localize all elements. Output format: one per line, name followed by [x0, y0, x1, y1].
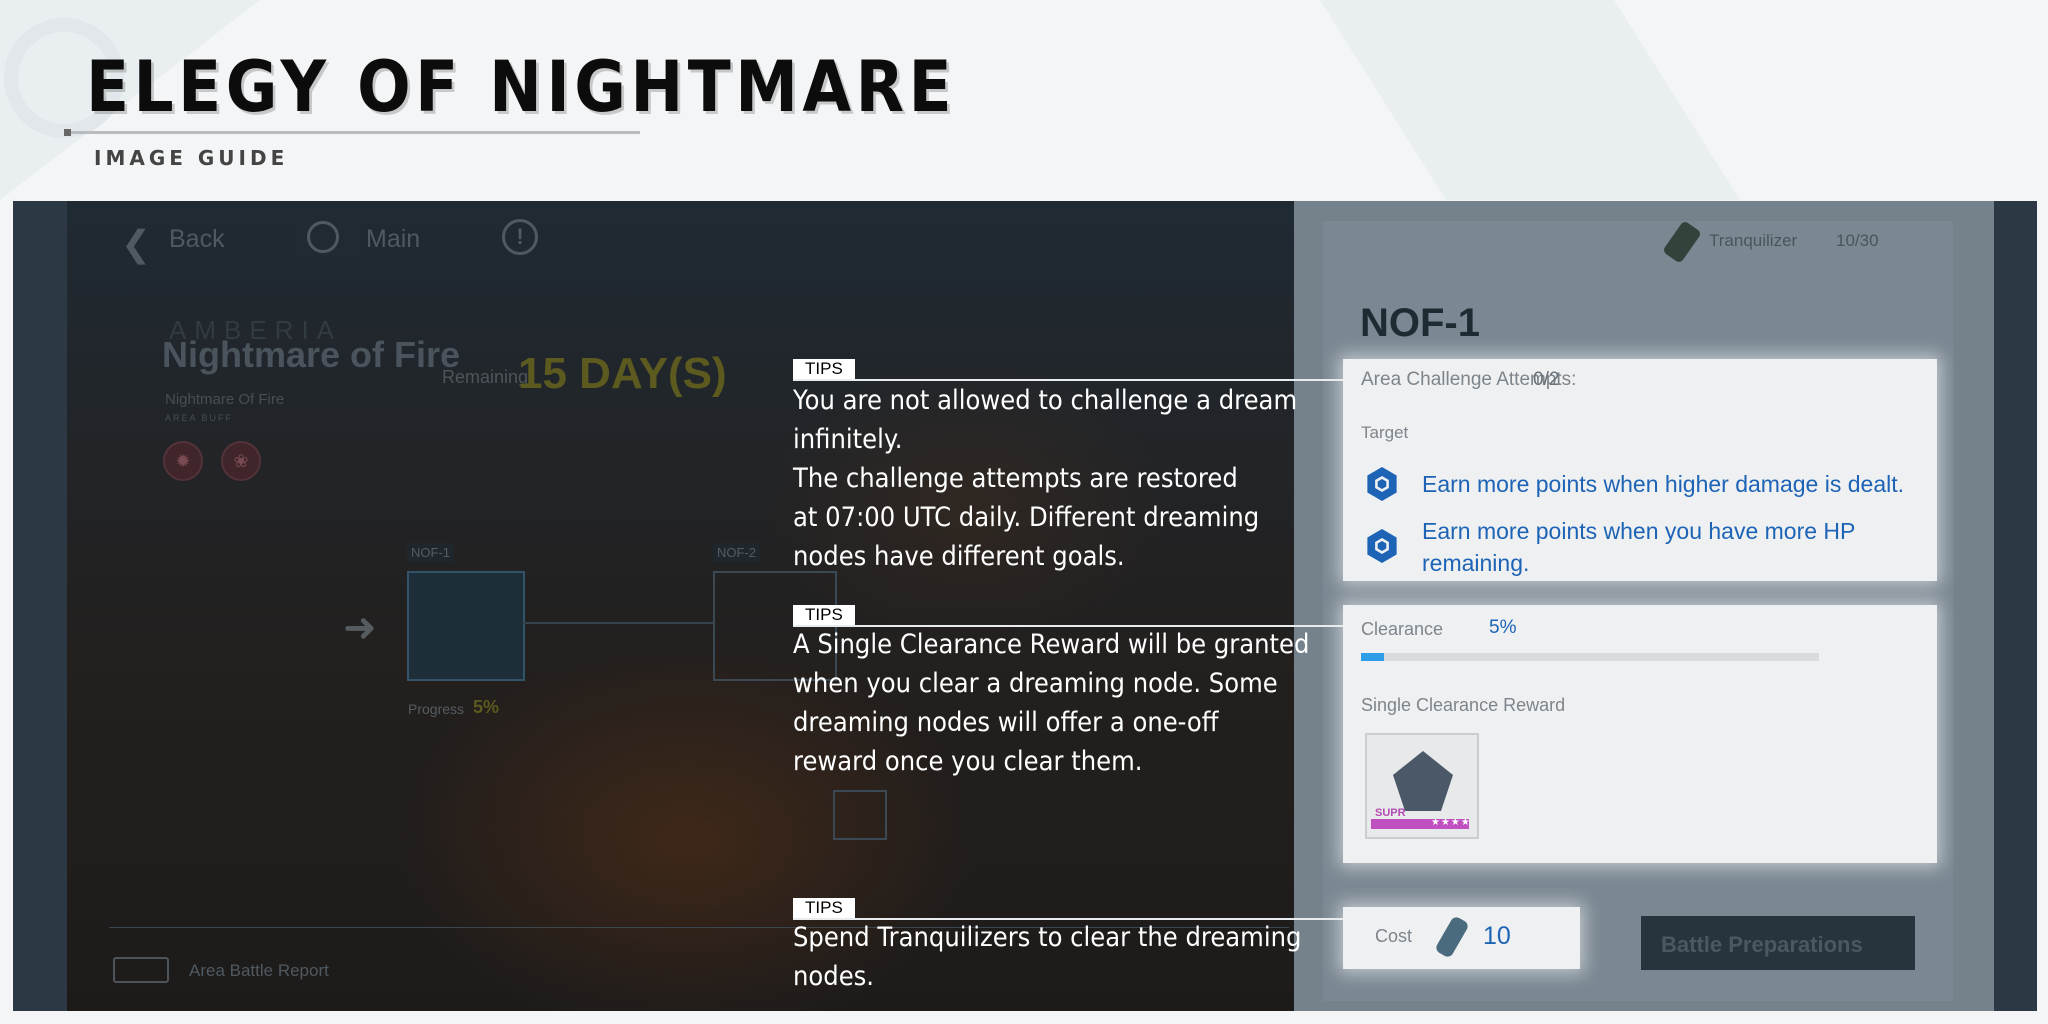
- area-subtitle: Nightmare Of Fire: [165, 391, 285, 408]
- target-hexagon-icon: [1367, 529, 1397, 563]
- tranquilizer-label: Tranquilizer: [1709, 231, 1798, 250]
- stage-title: NOF-1: [1360, 301, 1480, 345]
- header-background-shape: [1320, 0, 1740, 200]
- target-text: Earn more points when you have more HP r…: [1422, 518, 1856, 576]
- reward-item[interactable]: SUPR ★★★★: [1365, 733, 1479, 839]
- tips-tag: TIPS: [793, 605, 855, 625]
- info-icon[interactable]: !: [502, 219, 538, 255]
- cost-value: 10: [1483, 922, 1511, 950]
- clearance-value: 5%: [1489, 617, 1517, 638]
- node-label-nof-1: NOF-1: [407, 543, 454, 562]
- title-divider: [66, 131, 640, 134]
- target-text: Earn more points when higher damage is d…: [1422, 471, 1905, 497]
- tips-tag: TIPS: [793, 898, 855, 918]
- page-subtitle: IMAGE GUIDE: [94, 146, 289, 170]
- tips-text: Spend Tranquilizers to clear the dreamin…: [793, 922, 1302, 992]
- node-connector: [523, 622, 713, 624]
- area-name: Nightmare of Fire: [162, 334, 461, 375]
- tips-text: A Single Clearance Reward will be grante…: [793, 629, 1310, 777]
- game-screenshot: ❮ Back Main ! AMBERIA Nightmare of Fire …: [13, 201, 2037, 1011]
- remaining-label: Remaining: [442, 367, 529, 387]
- target-label: Target: [1361, 423, 1409, 442]
- cost-panel: Cost 10: [1343, 907, 1580, 969]
- target-hexagon-icon: [1367, 467, 1397, 501]
- cost-label: Cost: [1375, 926, 1413, 946]
- dream-node-nof-1[interactable]: [407, 571, 525, 681]
- back-chevron-icon[interactable]: ❮: [121, 223, 151, 265]
- fire-emblem-icon[interactable]: ❀: [221, 441, 261, 481]
- reward-node[interactable]: [833, 790, 887, 840]
- reward-tag: SUPR: [1375, 807, 1406, 819]
- current-node-arrow-icon: ➜: [343, 606, 377, 650]
- node-label-nof-2: NOF-2: [713, 543, 760, 562]
- target-panel: Area Challenge Attempts: 0/2 Target Earn…: [1343, 359, 1937, 581]
- area-buff-caption: AREA BUFF: [165, 413, 234, 423]
- clearance-panel: Clearance 5% Single Clearance Reward SUP…: [1343, 605, 1937, 863]
- tranquilizer-icon: [1434, 915, 1470, 959]
- burn-icon[interactable]: ✹: [163, 441, 203, 481]
- home-circle-icon[interactable]: [307, 221, 339, 253]
- title-divider-marker: [64, 129, 71, 136]
- report-icon[interactable]: [113, 957, 169, 983]
- crystal-icon: [1393, 751, 1453, 811]
- tips-text: You are not allowed to challenge a dream…: [793, 385, 1298, 572]
- clearance-label: Clearance: [1361, 619, 1444, 639]
- back-button[interactable]: Back: [169, 225, 225, 254]
- node-progress-value: 5%: [473, 697, 500, 717]
- rarity-stars: ★★★★: [1431, 817, 1471, 828]
- battle-preparations-label[interactable]: Battle Preparations: [1661, 932, 1863, 958]
- attempts-value: 0/2: [1533, 369, 1560, 390]
- tips-tag: TIPS: [793, 359, 855, 379]
- area-battle-report-button[interactable]: Area Battle Report: [189, 961, 329, 981]
- clearance-progress-bar: [1361, 653, 1819, 661]
- node-progress-label: Progress: [408, 701, 465, 717]
- page-title: ELEGY OF NIGHTMARE: [86, 46, 957, 128]
- main-button-label[interactable]: Main: [366, 225, 420, 254]
- tranquilizer-count: 10/30: [1836, 231, 1879, 250]
- reward-label: Single Clearance Reward: [1361, 695, 1566, 715]
- clearance-progress-fill: [1361, 653, 1384, 661]
- remaining-days: 15 DAY(S): [518, 349, 727, 398]
